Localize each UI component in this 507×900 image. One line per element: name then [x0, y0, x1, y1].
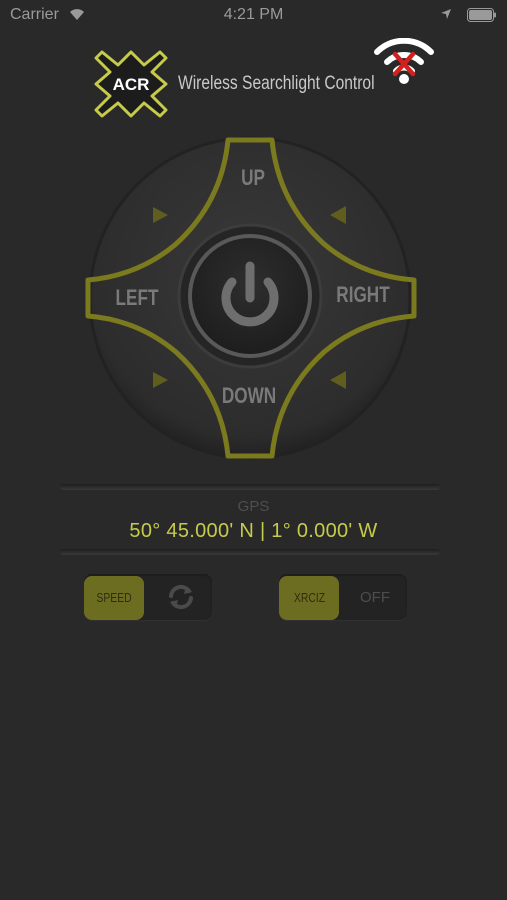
gps-label: GPS	[237, 498, 270, 515]
svg-text:ACR: ACR	[113, 75, 150, 94]
power-button[interactable]	[176, 222, 324, 370]
wifi-disconnected-icon[interactable]	[373, 37, 435, 91]
divider	[60, 484, 440, 490]
app-title: Wireless Searchlight Control	[178, 73, 375, 94]
status-bar: Carrier 4:21 PM	[0, 0, 507, 32]
speed-button[interactable]: SPEED	[84, 576, 144, 620]
xrciz-button[interactable]: XRCIZ	[279, 576, 339, 620]
dpad-right-button[interactable]: RIGHT	[333, 282, 392, 308]
dpad-up-button[interactable]: UP	[232, 165, 274, 191]
dpad-left-button[interactable]: LEFT	[114, 285, 161, 311]
xrciz-toggle[interactable]: XRCIZ OFF	[279, 574, 407, 620]
acr-logo: ACR	[94, 50, 168, 123]
refresh-icon[interactable]	[164, 582, 198, 617]
divider	[60, 549, 440, 555]
clock: 4:21 PM	[223, 6, 284, 23]
dpad-down-button[interactable]: DOWN	[216, 383, 282, 409]
gps-coordinates: 50° 45.000' N | 1° 0.000' W	[129, 520, 378, 542]
battery-icon	[467, 8, 497, 27]
speed-toggle[interactable]: SPEED	[84, 574, 212, 620]
location-arrow-icon	[440, 7, 452, 25]
off-button[interactable]: OFF	[349, 576, 401, 620]
